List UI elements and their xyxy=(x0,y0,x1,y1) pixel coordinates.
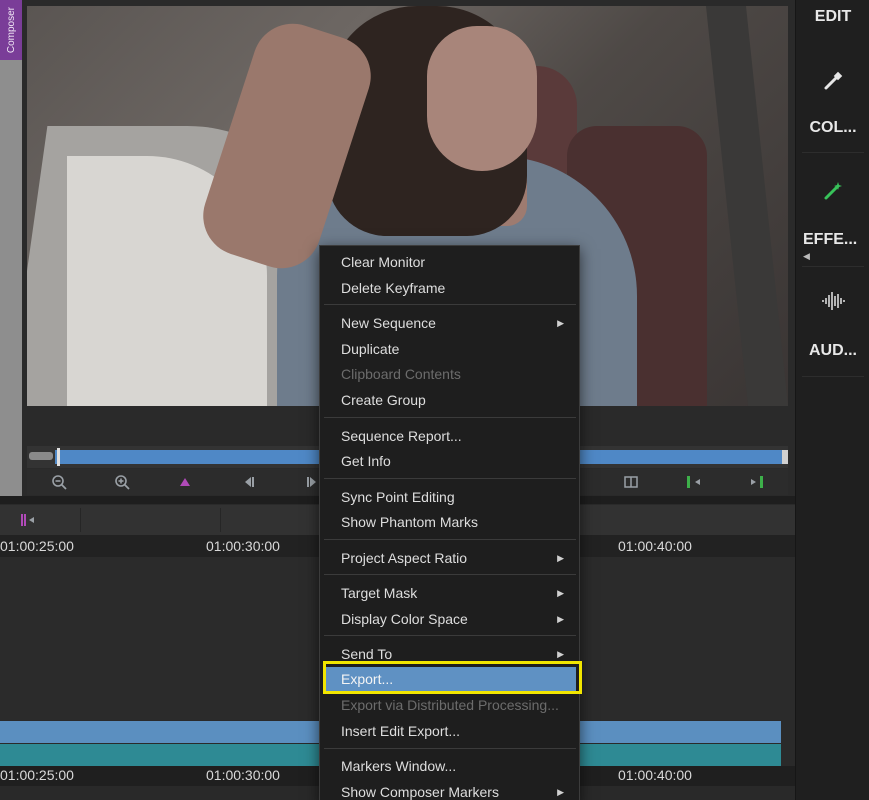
submenu-arrow-icon: ▶ xyxy=(557,588,564,598)
menu-separator xyxy=(324,417,576,418)
workspace-sidebar: EDIT COL... EFFE... ◀ AUD... xyxy=(795,0,869,800)
workspace-effects-button[interactable]: EFFE... xyxy=(796,231,869,249)
menu-item-export-distributed: Export via Distributed Processing... xyxy=(324,693,576,717)
sidebar-separator xyxy=(802,152,864,153)
menu-item-show-phantom-marks[interactable]: Show Phantom Marks xyxy=(324,510,576,534)
submenu-arrow-icon: ▶ xyxy=(557,553,564,563)
menu-item-clear-monitor[interactable]: Clear Monitor xyxy=(324,250,576,274)
submenu-arrow-icon: ▶ xyxy=(557,318,564,328)
menu-item-new-sequence[interactable]: New Sequence ▶ xyxy=(324,311,576,335)
workspace-color-button[interactable]: COL... xyxy=(796,119,869,137)
menu-item-label: Markers Window... xyxy=(341,758,457,774)
magic-wand-icon[interactable] xyxy=(796,180,869,202)
app-window: Composer 01:00:25:00 01:00:30:00 01:00:4… xyxy=(0,0,869,800)
menu-separator xyxy=(324,304,576,305)
menu-item-label: Duplicate xyxy=(341,341,400,357)
export-highlight-ring xyxy=(323,661,582,694)
timecode-label: 01:00:30:00 xyxy=(206,538,280,554)
sidebar-separator xyxy=(802,266,864,267)
position-indicator[interactable] xyxy=(57,448,60,466)
video-window-frame xyxy=(705,6,788,406)
timecode-label: 01:00:25:00 xyxy=(0,538,74,554)
menu-item-label: Clear Monitor xyxy=(341,254,426,270)
mark-in-triangle-icon[interactable] xyxy=(175,472,195,492)
menu-separator xyxy=(324,478,576,479)
zoom-out-icon[interactable] xyxy=(49,472,69,492)
position-bar-end xyxy=(782,450,788,464)
timecode-label: 01:00:40:00 xyxy=(618,538,692,554)
zoom-in-icon[interactable] xyxy=(112,472,132,492)
menu-item-target-mask[interactable]: Target Mask ▶ xyxy=(324,581,576,605)
menu-item-label: Display Color Space xyxy=(341,611,468,627)
menu-item-sequence-report[interactable]: Sequence Report... xyxy=(324,424,576,448)
timecode-label: 01:00:30:00 xyxy=(206,767,280,783)
menu-item-markers-window[interactable]: Markers Window... xyxy=(324,754,576,778)
audio-waveform-icon[interactable] xyxy=(796,290,869,312)
menu-item-get-info[interactable]: Get Info xyxy=(324,449,576,473)
video-person-face xyxy=(427,26,537,171)
timecode-label: 01:00:25:00 xyxy=(0,767,74,783)
timecode-label: 01:00:40:00 xyxy=(618,767,692,783)
menu-item-duplicate[interactable]: Duplicate xyxy=(324,337,576,361)
composer-tab[interactable]: Composer xyxy=(0,0,22,60)
menu-item-clipboard-contents: Clipboard Contents xyxy=(324,362,576,386)
context-menu: Clear Monitor Delete Keyframe New Sequen… xyxy=(319,245,580,800)
menu-item-label: Target Mask xyxy=(341,585,418,601)
go-to-in-icon[interactable] xyxy=(684,472,704,492)
workspace-audio-button[interactable]: AUD... xyxy=(796,342,869,360)
menu-item-label: Sequence Report... xyxy=(341,428,462,444)
menu-item-label: Get Info xyxy=(341,453,391,469)
menu-item-label: Delete Keyframe xyxy=(341,280,446,296)
menu-item-label: Show Phantom Marks xyxy=(341,514,478,530)
composer-side-strip xyxy=(0,0,22,496)
timeline-toolbar-cell xyxy=(220,508,320,532)
menu-separator xyxy=(324,748,576,749)
menu-item-delete-keyframe[interactable]: Delete Keyframe xyxy=(324,276,576,300)
menu-item-label: Project Aspect Ratio xyxy=(341,550,468,566)
menu-item-project-aspect-ratio[interactable]: Project Aspect Ratio ▶ xyxy=(324,546,576,570)
composer-tab-label: Composer xyxy=(5,6,17,54)
timeline-toolbar-cell xyxy=(80,508,220,532)
menu-item-insert-edit-export[interactable]: Insert Edit Export... xyxy=(324,719,576,743)
menu-separator xyxy=(324,539,576,540)
position-bar-start xyxy=(29,452,53,460)
sidebar-separator xyxy=(802,376,864,377)
menu-item-sync-point-editing[interactable]: Sync Point Editing xyxy=(324,485,576,509)
menu-item-label: Create Group xyxy=(341,392,426,408)
menu-item-label: Sync Point Editing xyxy=(341,489,455,505)
menu-item-label: Insert Edit Export... xyxy=(341,723,461,739)
menu-separator xyxy=(324,635,576,636)
split-view-icon[interactable] xyxy=(621,472,641,492)
menu-item-show-composer-markers[interactable]: Show Composer Markers ▶ xyxy=(324,780,576,800)
eyedropper-icon[interactable] xyxy=(796,70,869,92)
menu-item-create-group[interactable]: Create Group xyxy=(324,388,576,412)
submenu-arrow-icon: ▶ xyxy=(557,787,564,797)
menu-item-label: Clipboard Contents xyxy=(341,366,461,382)
menu-item-label: Show Composer Markers xyxy=(341,784,499,800)
workspace-edit-button[interactable]: EDIT xyxy=(796,8,869,26)
menu-item-label: Send To xyxy=(341,646,393,662)
collapse-arrow-icon[interactable]: ◀ xyxy=(803,252,810,262)
go-to-out-icon[interactable] xyxy=(747,472,767,492)
submenu-arrow-icon: ▶ xyxy=(557,614,564,624)
step-back-icon[interactable] xyxy=(239,472,259,492)
menu-item-label: Export via Distributed Processing... xyxy=(341,697,559,713)
menu-item-display-color-space[interactable]: Display Color Space ▶ xyxy=(324,607,576,631)
menu-separator xyxy=(324,574,576,575)
menu-item-label: New Sequence xyxy=(341,315,436,331)
mark-in-icon[interactable] xyxy=(18,510,38,530)
